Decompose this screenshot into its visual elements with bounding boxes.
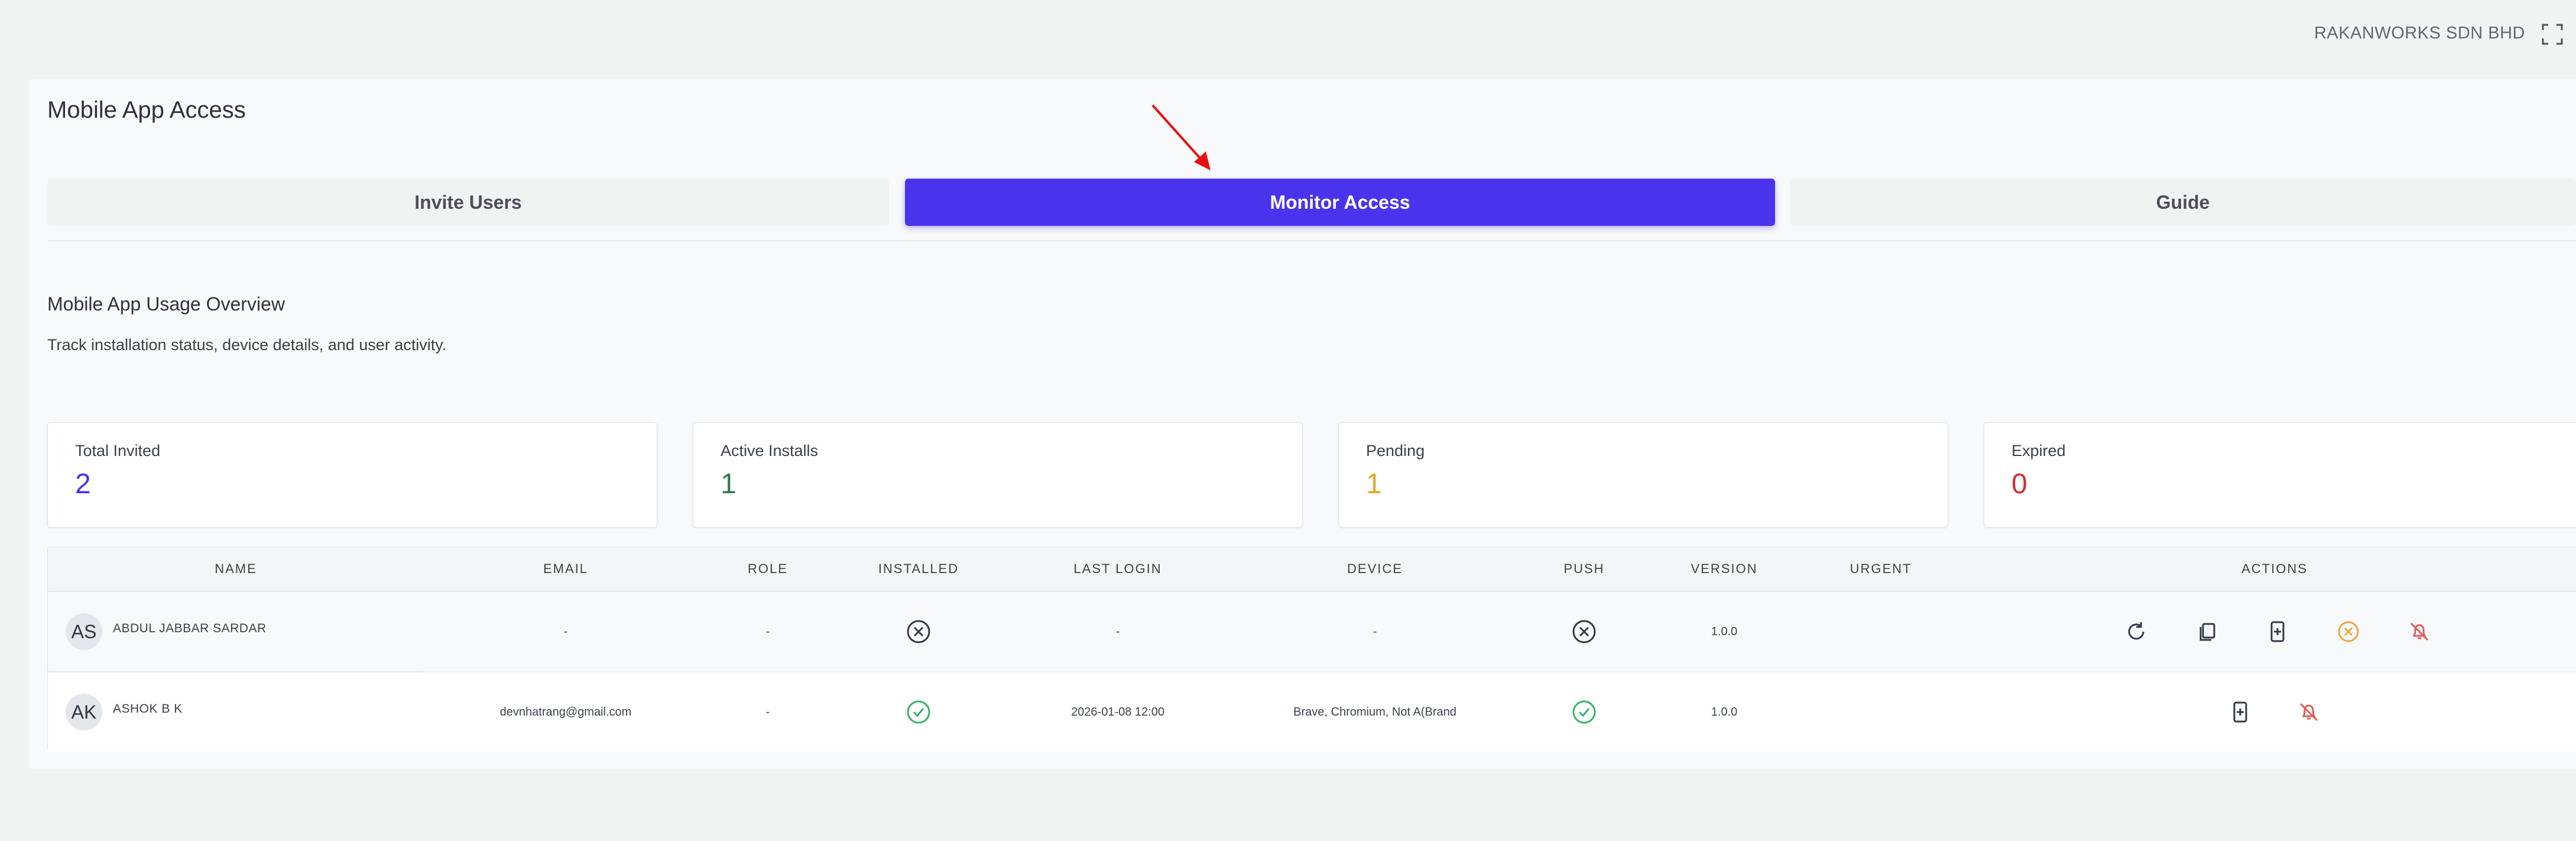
table-row: AK ASHOK B K devnhatrang@gmail.com - 202… (48, 672, 2576, 752)
stat-card-total-invited: Total Invited 2 (47, 422, 657, 528)
stat-label: Pending (1366, 442, 1425, 460)
overview-subtitle: Track installation status, device detail… (47, 336, 447, 354)
stat-card-expired: Expired 0 (1984, 422, 2576, 528)
device-add-icon[interactable] (2266, 620, 2289, 643)
table-row: AS ABDUL JABBAR SARDAR - - - - 1.0.0 (48, 592, 2576, 671)
users-table: NAME EMAIL ROLE INSTALLED LAST LOGIN DEV… (47, 546, 2576, 752)
device: - (1373, 625, 1377, 638)
top-bar: RAKANWORKS SDN BHD (0, 0, 2576, 71)
stat-card-active-installs: Active Installs 1 (693, 422, 1303, 528)
x-circle-icon (906, 619, 932, 645)
check-circle-icon (1571, 699, 1597, 725)
stat-card-pending: Pending 1 (1338, 422, 1948, 528)
tab-divider (47, 240, 2576, 241)
column-header-email[interactable]: EMAIL (543, 547, 588, 591)
stat-value: 0 (2012, 468, 2027, 500)
copy-icon[interactable] (2195, 620, 2219, 643)
tab-bar: Invite Users Monitor Access Guide (47, 179, 2576, 227)
stat-value: 2 (75, 468, 91, 500)
last-login: - (1115, 625, 1120, 638)
x-circle-icon (1571, 619, 1597, 645)
annotation-arrow-icon (1147, 104, 1218, 175)
column-header-push[interactable]: PUSH (1563, 547, 1604, 591)
page-title: Mobile App Access (47, 97, 246, 123)
user-role: - (765, 706, 770, 719)
column-header-version[interactable]: VERSION (1691, 547, 1757, 591)
cancel-circle-icon[interactable] (2337, 620, 2360, 643)
stat-label: Expired (2012, 442, 2066, 460)
avatar: AK (66, 694, 102, 730)
stat-value: 1 (1366, 468, 1382, 500)
version: 1.0.0 (1711, 625, 1738, 638)
user-name: ASHOK B K (113, 702, 183, 716)
refresh-icon[interactable] (2124, 620, 2148, 643)
user-role: - (765, 625, 770, 638)
fullscreen-icon[interactable] (2542, 24, 2563, 45)
check-circle-icon (906, 699, 932, 725)
column-header-role[interactable]: ROLE (748, 547, 788, 591)
tab-invite-users[interactable]: Invite Users (47, 179, 889, 226)
user-email: - (563, 625, 568, 638)
bell-off-icon[interactable] (2408, 620, 2431, 643)
overview-title: Mobile App Usage Overview (47, 293, 285, 315)
column-header-name[interactable]: NAME (215, 547, 257, 591)
last-login: 2026-01-08 12:00 (1071, 706, 1164, 719)
main-panel: Mobile App Access Invite Users Monitor A… (30, 79, 2576, 769)
column-header-last-login[interactable]: LAST LOGIN (1073, 547, 1162, 591)
stat-label: Active Installs (721, 442, 819, 460)
version: 1.0.0 (1711, 706, 1738, 719)
company-name: RAKANWORKS SDN BHD (2314, 24, 2525, 43)
tab-guide[interactable]: Guide (1790, 179, 2576, 226)
bell-off-icon[interactable] (2297, 700, 2321, 724)
stat-label: Total Invited (75, 442, 161, 460)
column-header-installed[interactable]: INSTALLED (878, 547, 959, 591)
column-header-urgent[interactable]: URGENT (1850, 547, 1912, 591)
avatar: AS (66, 613, 102, 650)
tab-monitor-access[interactable]: Monitor Access (905, 179, 1775, 226)
column-header-actions: ACTIONS (2241, 561, 2308, 576)
device-add-icon[interactable] (2228, 700, 2252, 724)
device: Brave, Chromium, Not A(Brand (1293, 706, 1456, 719)
user-email: devnhatrang@gmail.com (499, 706, 632, 719)
column-header-device[interactable]: DEVICE (1347, 547, 1403, 591)
table-header: NAME EMAIL ROLE INSTALLED LAST LOGIN DEV… (48, 547, 2576, 592)
user-name: ABDUL JABBAR SARDAR (113, 622, 267, 635)
stat-value: 1 (721, 468, 737, 500)
